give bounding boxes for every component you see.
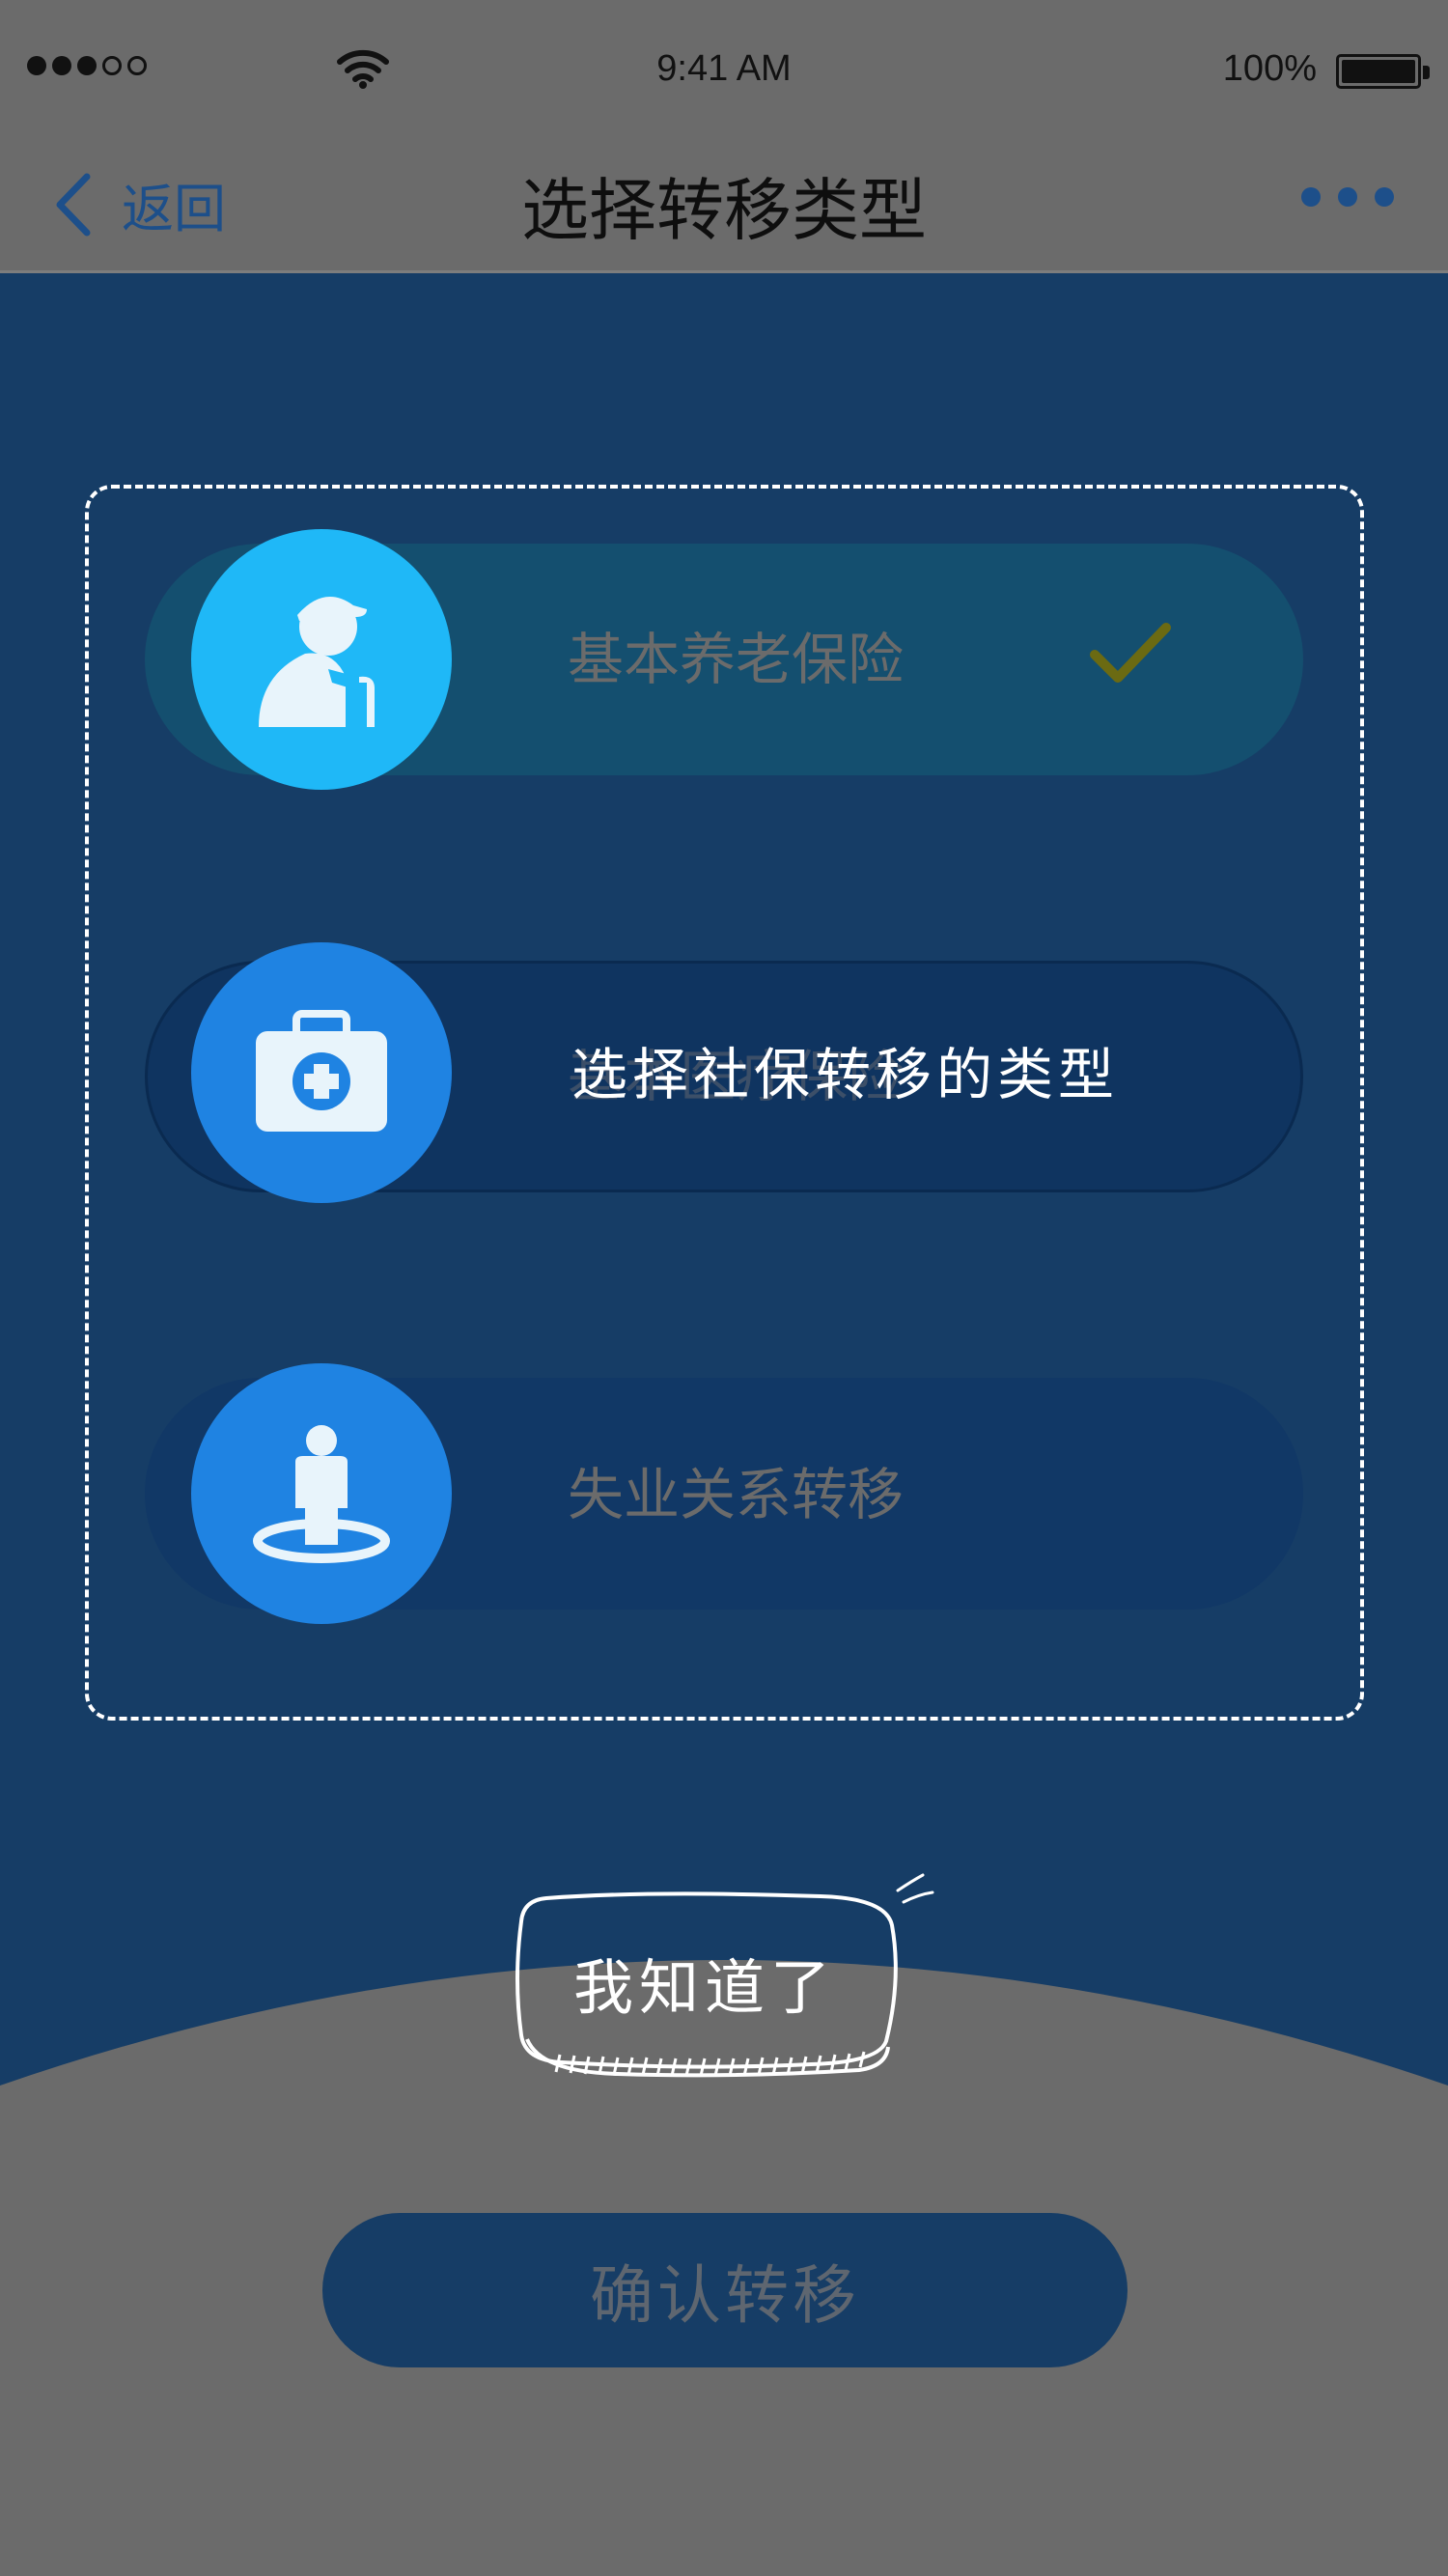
- more-dot-icon: [1338, 187, 1357, 207]
- medical-kit-icon: [256, 1010, 387, 1132]
- option-icon-circle: [191, 942, 452, 1203]
- option-label: 基本养老保险: [568, 627, 905, 692]
- option-label: 失业关系转移: [568, 1462, 905, 1527]
- page-title: 选择转移类型: [521, 171, 927, 250]
- elderly-person-icon: [259, 597, 375, 727]
- navigation-bar: 返回 选择转移类型: [0, 135, 1448, 273]
- more-dot-icon: [1375, 187, 1394, 207]
- option-icon-circle: [191, 1363, 452, 1624]
- status-bar: 9:41 AM 100%: [0, 0, 1448, 135]
- guide-tooltip-text: 选择社保转移的类型: [571, 1042, 1120, 1107]
- option-icon-circle: [191, 529, 452, 790]
- more-dot-icon: [1301, 187, 1321, 207]
- more-options-button[interactable]: [1301, 187, 1394, 207]
- battery-icon: [1336, 54, 1430, 89]
- confirm-transfer-button[interactable]: 确认转移: [322, 2213, 1128, 2367]
- checkmark-icon: [1090, 623, 1171, 683]
- got-it-button[interactable]: 我知道了: [541, 1939, 869, 2026]
- battery-percentage: 100%: [1222, 48, 1317, 89]
- person-location-icon: [253, 1425, 390, 1563]
